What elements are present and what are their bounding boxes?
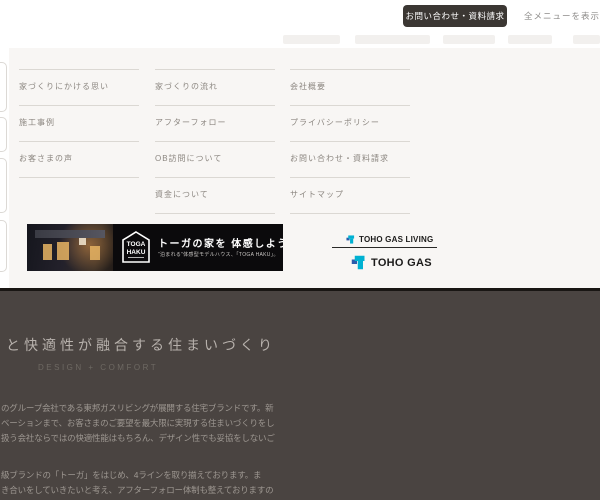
section-paragraph-2: 級ブランドの「トーガ」をはじめ、4ラインを取り揃えております。ま き合いをしてい…	[1, 468, 301, 498]
menu-link[interactable]: お客さまの声	[19, 141, 139, 177]
toho-gas-mark-icon	[346, 235, 355, 244]
page: お問い合わせ・資料請求 全メニューを表示 家づくりにかける思い 施工事例 お客さ…	[0, 0, 600, 500]
faded-nav-item[interactable]	[573, 35, 600, 44]
paragraph-line: 扱う会社ならではの快適性能はもちろん、デザイン性でも妥協をしないご	[1, 431, 301, 446]
menu-link[interactable]: アフターフォロー	[155, 105, 275, 141]
show-all-menu-button[interactable]: 全メニューを表示	[524, 10, 600, 22]
section-paragraph-1: のグループ会社である東邦ガスリビングが展開する住宅ブランドです。新 ベーションま…	[1, 401, 301, 446]
toga-haku-banner[interactable]: TOGA HAKU トーガの家を 体感しよう “泊まれる”体感型モデルハウス、「…	[27, 224, 283, 271]
faded-nav-item[interactable]	[508, 35, 552, 44]
paragraph-line: ベーションまで、お客さまのご要望を最大限に実現する住まいづくりをし	[1, 416, 301, 431]
menu-link[interactable]: 資金について	[155, 177, 275, 213]
menu-link[interactable]: お問い合わせ・資料請求	[290, 141, 410, 177]
toga-haku-badge-icon: TOGA HAKU	[122, 231, 150, 263]
menu-link[interactable]: サイトマップ	[290, 177, 410, 213]
svg-text:TOGA: TOGA	[127, 241, 146, 248]
toho-gas-label: TOHO GAS	[371, 257, 432, 269]
left-category-box[interactable]	[0, 62, 7, 112]
logo-divider-line	[332, 247, 437, 248]
menu-column-3: 会社概要 プライバシーポリシー お問い合わせ・資料請求 サイトマップ	[290, 69, 410, 214]
concept-section: と快適性が融合する住まいづくり DESIGN + COMFORT のグループ会社…	[0, 288, 600, 500]
faded-nav-item[interactable]	[283, 35, 340, 44]
banner-title: トーガの家を 体感しよう	[158, 235, 283, 250]
left-category-box[interactable]	[0, 117, 7, 152]
menu-link[interactable]: 会社概要	[290, 69, 410, 105]
left-category-box[interactable]	[0, 220, 7, 272]
banner-subtitle: “泊まれる”体感型モデルハウス、「TOGA HAKU」。	[158, 251, 279, 258]
mega-menu-panel: 家づくりにかける思い 施工事例 お客さまの声 家づくりの流れ アフターフォロー …	[0, 48, 600, 288]
menu-link[interactable]: 家づくりの流れ	[155, 69, 275, 105]
menu-column-2: 家づくりの流れ アフターフォロー OB訪問について 資金について	[155, 69, 275, 214]
toho-gas-mark-icon	[351, 255, 366, 270]
faded-nav-item[interactable]	[443, 35, 495, 44]
contact-request-button[interactable]: お問い合わせ・資料請求	[403, 5, 507, 27]
toho-gas-living-logo[interactable]: TOHO GAS LIVING	[346, 233, 433, 245]
model-house-photo	[27, 224, 113, 271]
paragraph-line: のグループ会社である東邦ガスリビングが展開する住宅ブランドです。新	[1, 401, 301, 416]
section-subheading: DESIGN + COMFORT	[38, 363, 158, 372]
menu-link[interactable]: OB訪問について	[155, 141, 275, 177]
paragraph-line: 級ブランドの「トーガ」をはじめ、4ラインを取り揃えております。ま	[1, 468, 301, 483]
section-heading: と快適性が融合する住まいづくり	[6, 335, 276, 355]
menu-column-1: 家づくりにかける思い 施工事例 お客さまの声	[19, 69, 139, 178]
toho-gas-living-label: TOHO GAS LIVING	[359, 235, 433, 244]
paragraph-line: き合いをしていきたいと考え、アフターフォロー体制も整えておりますの	[1, 483, 301, 498]
menu-link[interactable]: 施工事例	[19, 105, 139, 141]
menu-link[interactable]: 家づくりにかける思い	[19, 69, 139, 105]
toho-gas-logo[interactable]: TOHO GAS	[351, 254, 432, 271]
faded-nav-item[interactable]	[355, 35, 430, 44]
left-category-box[interactable]	[0, 158, 7, 213]
menu-link[interactable]: プライバシーポリシー	[290, 105, 410, 141]
top-bar: お問い合わせ・資料請求 全メニューを表示	[0, 0, 600, 48]
svg-text:HAKU: HAKU	[127, 249, 146, 256]
